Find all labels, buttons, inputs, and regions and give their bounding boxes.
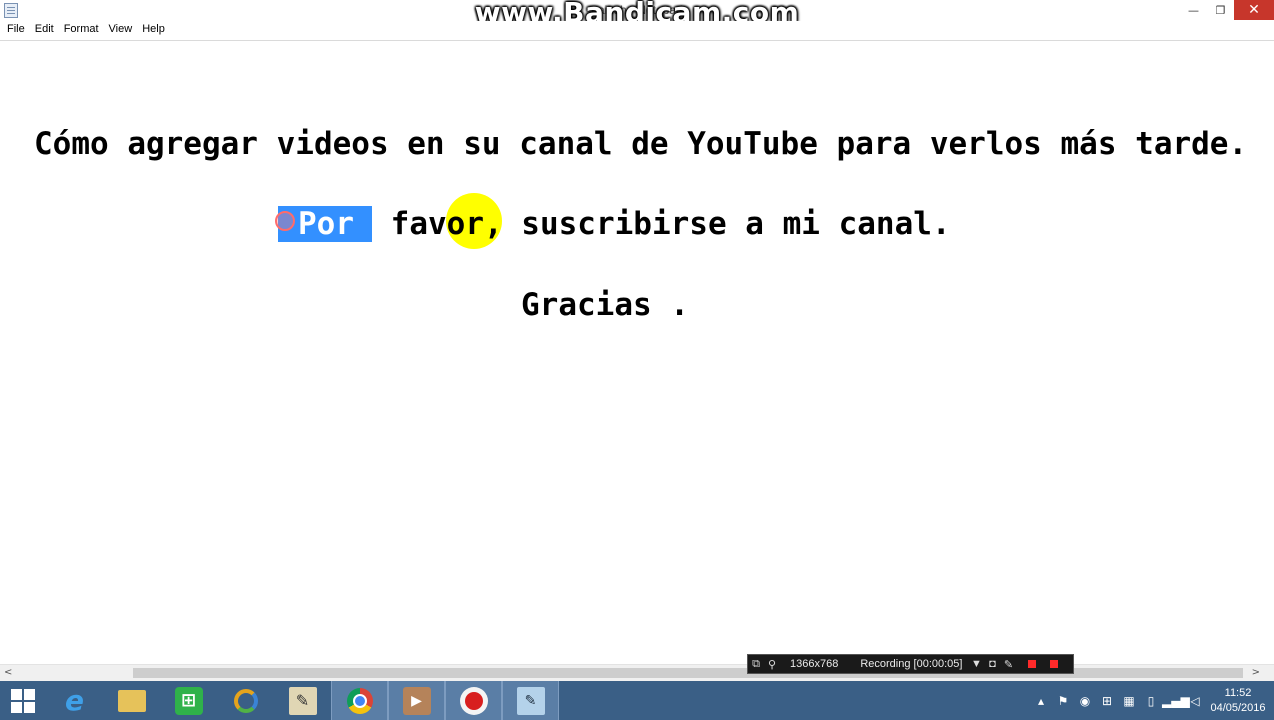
menu-edit[interactable]: Edit bbox=[30, 21, 59, 40]
maximize-button[interactable]: ❐ bbox=[1207, 0, 1234, 20]
menu-help[interactable]: Help bbox=[137, 21, 170, 40]
windows-icon[interactable]: ⊞ bbox=[1096, 694, 1118, 708]
taskbar-notepad[interactable]: ✎ bbox=[502, 681, 559, 720]
close-button[interactable]: ✕ bbox=[1234, 0, 1274, 20]
show-hidden-icons-icon[interactable]: ▴ bbox=[1030, 694, 1052, 708]
device-icon[interactable]: ▯ bbox=[1140, 694, 1162, 708]
taskbar-notes-app[interactable]: ✎ bbox=[274, 681, 331, 720]
taskbar-store[interactable]: ⊞ bbox=[160, 681, 217, 720]
taskbar-file-explorer[interactable] bbox=[103, 681, 160, 720]
title-bar: painsh - Notepad www.Bandicam.com — ❐ ✕ bbox=[0, 0, 1274, 29]
menu-format[interactable]: Format bbox=[59, 21, 104, 40]
dropdown-icon[interactable]: ▼ bbox=[968, 658, 984, 670]
clock-date: 04/05/2016 bbox=[1210, 701, 1266, 714]
scrollbar-thumb[interactable] bbox=[133, 668, 1243, 678]
recording-status: Recording [00:00:05] bbox=[860, 658, 963, 670]
system-tray: ▴ ⚑ ◉ ⊞ ▦ ▯ ▂▄▆ ◁ 11:52 04/05/2016 bbox=[1030, 681, 1274, 720]
file-explorer-icon bbox=[117, 689, 146, 712]
taskbar-picasa[interactable] bbox=[217, 681, 274, 720]
notepad-icon: ✎ bbox=[516, 686, 545, 715]
stop-icon[interactable] bbox=[1050, 660, 1059, 668]
network-signal-icon[interactable]: ▂▄▆ bbox=[1162, 694, 1190, 708]
volume-muted-icon[interactable]: ◁ bbox=[1184, 694, 1206, 708]
app-grid-icon[interactable]: ▦ bbox=[1118, 694, 1140, 708]
bandicam-recording-bar: ⧉ ⚲ 1366x768 Recording [00:00:05] ▼ ◘ ✎ bbox=[747, 654, 1074, 674]
scroll-right-arrow[interactable]: > bbox=[1252, 667, 1260, 678]
windows-logo-icon bbox=[11, 688, 35, 713]
pause-icon[interactable] bbox=[1028, 660, 1037, 668]
pencil-icon[interactable]: ✎ bbox=[1000, 658, 1016, 671]
internet-explorer-icon: e bbox=[65, 684, 84, 717]
taskbar-clock[interactable]: 11:52 04/05/2016 bbox=[1206, 686, 1270, 716]
document-line-2-rest: favor, suscribirse a mi canal. bbox=[372, 206, 951, 242]
text-editor-area[interactable]: Cómo agregar videos en su canal de YouTu… bbox=[0, 40, 1274, 664]
recording-resolution: 1366x768 bbox=[790, 658, 839, 670]
camera-icon[interactable]: ◘ bbox=[984, 658, 1000, 670]
taskbar-bandicam[interactable] bbox=[445, 681, 502, 720]
document-line-3: Gracias . bbox=[521, 287, 689, 323]
taskbar-chrome[interactable] bbox=[331, 681, 388, 720]
movie-maker-icon: ▶ bbox=[402, 686, 431, 715]
window-controls: — ❐ ✕ bbox=[1180, 0, 1274, 20]
menu-bar: File Edit Format View Help bbox=[0, 21, 1274, 40]
start-button[interactable] bbox=[0, 681, 46, 720]
mouse-click-indicator bbox=[275, 211, 295, 231]
magnifier-icon[interactable]: ⚲ bbox=[764, 658, 780, 671]
picasa-icon bbox=[233, 688, 258, 713]
bandicam-record-icon bbox=[459, 686, 488, 715]
menu-view[interactable]: View bbox=[104, 21, 138, 40]
scroll-left-arrow[interactable]: < bbox=[4, 667, 12, 678]
action-center-flag-icon[interactable]: ⚑ bbox=[1052, 694, 1074, 708]
clock-time: 11:52 bbox=[1224, 686, 1252, 699]
taskbar-ie[interactable]: e bbox=[46, 681, 103, 720]
document-line-2: Por favor, suscribirse a mi canal. bbox=[278, 206, 951, 242]
chrome-icon bbox=[346, 687, 373, 714]
security-icon[interactable]: ◉ bbox=[1074, 694, 1096, 708]
notes-app-icon: ✎ bbox=[288, 686, 317, 715]
minimize-button[interactable]: — bbox=[1180, 0, 1207, 20]
window-mode-icon[interactable]: ⧉ bbox=[748, 658, 764, 671]
store-icon: ⊞ bbox=[174, 686, 203, 715]
taskbar-movie-maker[interactable]: ▶ bbox=[388, 681, 445, 720]
menu-file[interactable]: File bbox=[2, 21, 30, 40]
horizontal-scrollbar[interactable]: < > bbox=[0, 664, 1274, 681]
document-line-1: Cómo agregar videos en su canal de YouTu… bbox=[34, 126, 1248, 162]
